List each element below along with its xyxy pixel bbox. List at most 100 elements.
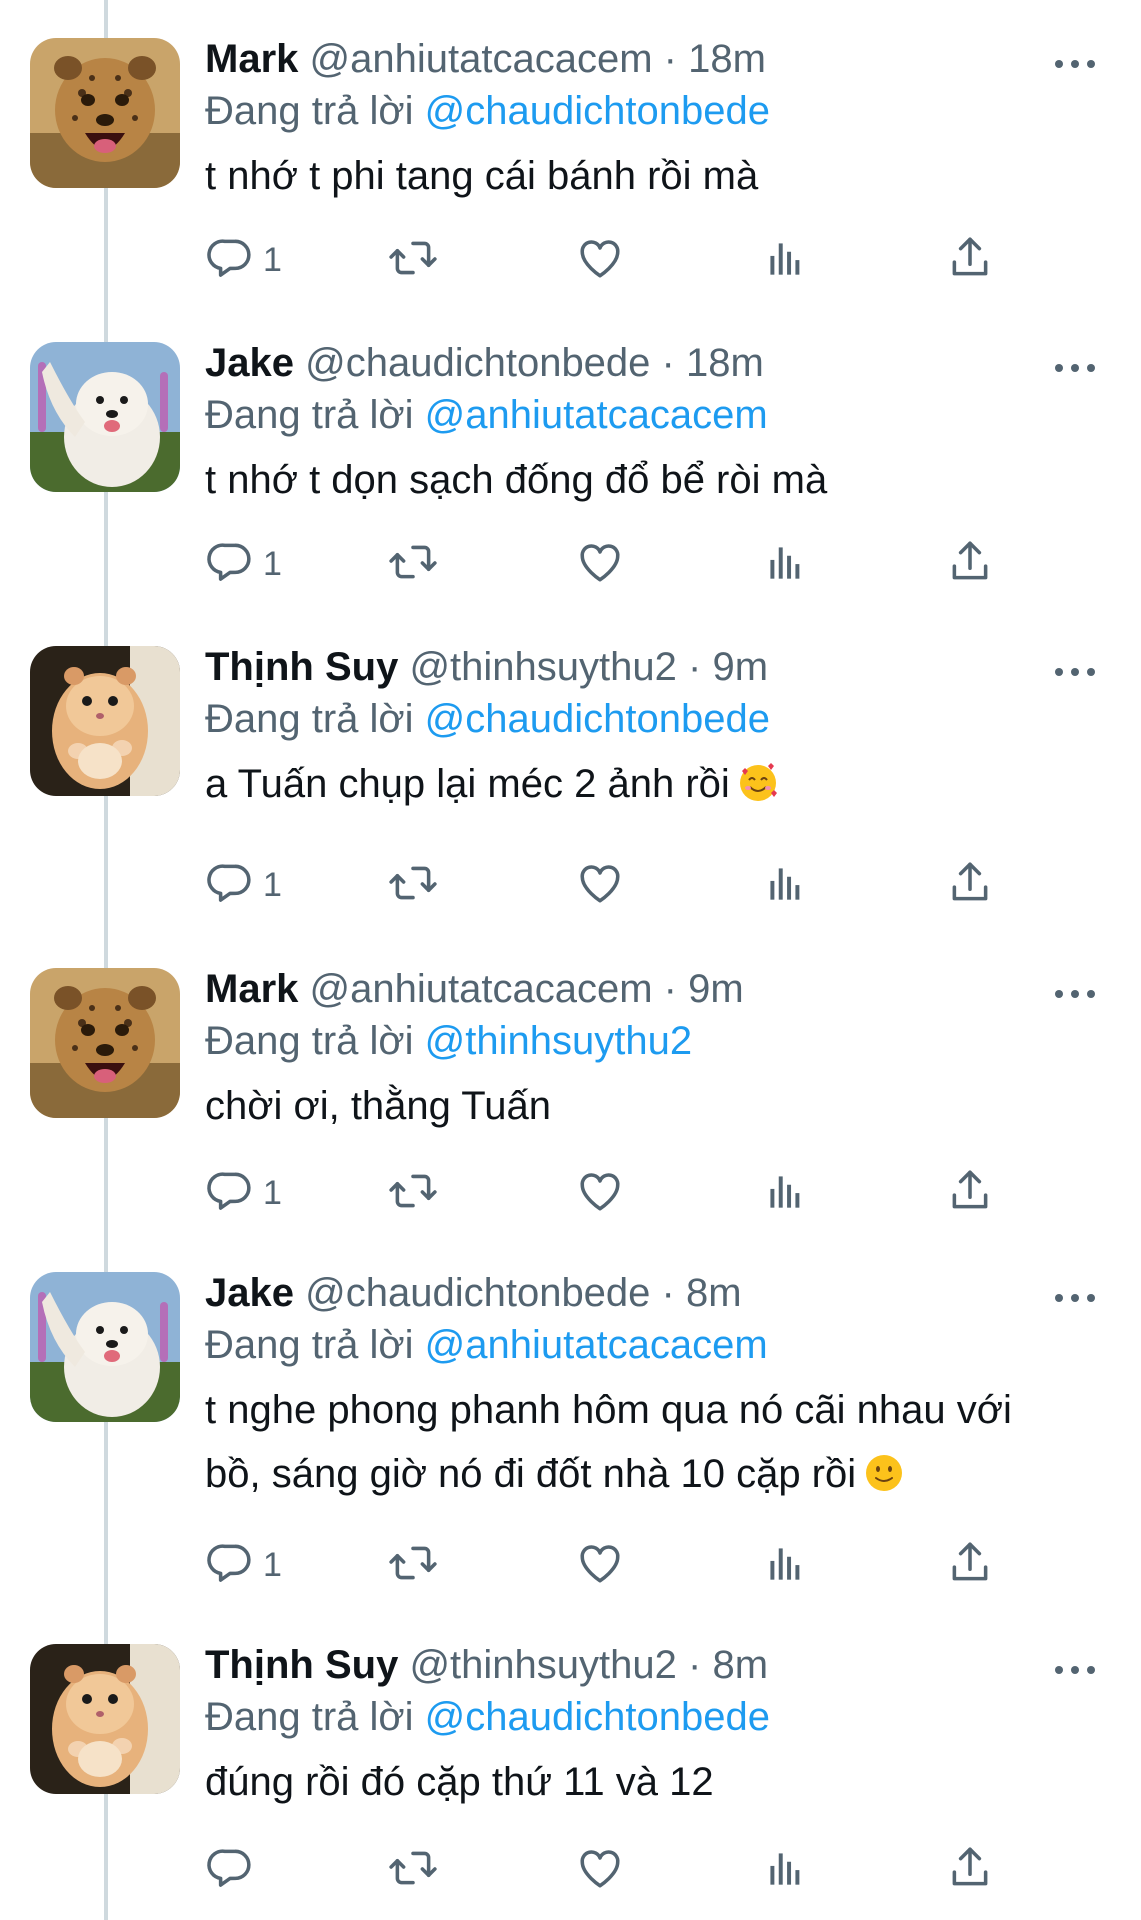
reply-count: 1 (263, 1173, 282, 1212)
heart-icon (575, 1166, 625, 1221)
replying-to: Đang trả lời @thinhsuythu2 (205, 1016, 692, 1066)
tweet-text: t nhớ t phi tang cái bánh rồi mà (205, 144, 1085, 208)
share-button[interactable] (945, 1840, 995, 1900)
replying-to: Đang trả lời @chaudichtonbede (205, 694, 770, 744)
timestamp[interactable]: · 18m (664, 37, 766, 81)
replying-label: Đang trả lời (205, 1323, 414, 1367)
display-name[interactable]: Jake (205, 1271, 294, 1315)
avatar[interactable] (30, 1272, 180, 1422)
reply-button[interactable] (205, 1840, 263, 1900)
heart-icon (575, 1843, 625, 1898)
replying-label: Đang trả lời (205, 697, 414, 741)
views-button[interactable] (760, 1840, 810, 1900)
more-options-icon[interactable] (1055, 974, 1095, 1014)
avatar[interactable] (30, 38, 180, 188)
tweet-text: chời ơi, thằng Tuấn (205, 1074, 1085, 1138)
tweet-text: t nghe phong phanh hôm qua nó cãi nhau v… (205, 1378, 1085, 1506)
bar-chart-icon (760, 233, 810, 288)
views-button[interactable] (760, 534, 810, 594)
retweet-button[interactable] (388, 1535, 438, 1595)
reply-count: 1 (263, 865, 282, 904)
tweet-actions: 1 (205, 855, 1005, 915)
like-button[interactable] (575, 1840, 625, 1900)
tweet-text-line: đúng rồi đó cặp thứ 11 và 12 (205, 1760, 714, 1804)
reply-button[interactable]: 1 (205, 855, 282, 915)
user-handle[interactable]: @thinhsuythu2 (409, 645, 676, 689)
bar-chart-icon (760, 537, 810, 592)
share-button[interactable] (945, 534, 995, 594)
tweet-header: Thịnh Suy @thinhsuythu2 · 9m (205, 642, 768, 692)
tweet-actions: 1 (205, 1535, 1005, 1595)
like-button[interactable] (575, 1535, 625, 1595)
avatar[interactable] (30, 968, 180, 1118)
replying-to: Đang trả lời @chaudichtonbede (205, 1692, 770, 1742)
share-button[interactable] (945, 230, 995, 290)
tweet-text: a Tuấn chụp lại méc 2 ảnh rồi (205, 752, 1085, 816)
mention-link[interactable]: @anhiutatcacacem (425, 1323, 768, 1367)
avatar[interactable] (30, 342, 180, 492)
timestamp[interactable]: · 18m (662, 341, 764, 385)
mention-link[interactable]: @chaudichtonbede (425, 697, 770, 741)
user-handle[interactable]: @chaudichtonbede (305, 1271, 650, 1315)
avatar[interactable] (30, 646, 180, 796)
share-button[interactable] (945, 855, 995, 915)
mention-link[interactable]: @chaudichtonbede (425, 89, 770, 133)
replying-to: Đang trả lời @anhiutatcacacem (205, 390, 768, 440)
mention-link[interactable]: @anhiutatcacacem (425, 393, 768, 437)
reply-button[interactable]: 1 (205, 230, 282, 290)
retweet-button[interactable] (388, 855, 438, 915)
views-button[interactable] (760, 230, 810, 290)
display-name[interactable]: Thịnh Suy (205, 645, 398, 689)
retweet-button[interactable] (388, 1840, 438, 1900)
bar-chart-icon (760, 1538, 810, 1593)
like-button[interactable] (575, 230, 625, 290)
display-name[interactable]: Thịnh Suy (205, 1643, 398, 1687)
more-options-icon[interactable] (1055, 652, 1095, 692)
reply-button[interactable]: 1 (205, 1535, 282, 1595)
user-handle[interactable]: @thinhsuythu2 (409, 1643, 676, 1687)
reply-button[interactable]: 1 (205, 1163, 282, 1223)
timestamp[interactable]: · 9m (664, 967, 744, 1011)
timestamp[interactable]: · 8m (662, 1271, 742, 1315)
reply-icon (205, 1843, 255, 1898)
more-options-icon[interactable] (1055, 44, 1095, 84)
retweet-button[interactable] (388, 1163, 438, 1223)
share-icon (945, 1538, 995, 1593)
timestamp[interactable]: · 9m (688, 645, 768, 689)
views-button[interactable] (760, 1535, 810, 1595)
retweet-icon (388, 1166, 438, 1221)
display-name[interactable]: Mark (205, 37, 298, 81)
more-options-icon[interactable] (1055, 1278, 1095, 1318)
more-options-icon[interactable] (1055, 348, 1095, 388)
views-button[interactable] (760, 1163, 810, 1223)
mention-link[interactable]: @thinhsuythu2 (425, 1019, 692, 1063)
user-handle[interactable]: @anhiutatcacacem (310, 967, 653, 1011)
timestamp[interactable]: · 8m (688, 1643, 768, 1687)
user-handle[interactable]: @chaudichtonbede (305, 341, 650, 385)
avatar[interactable] (30, 1644, 180, 1794)
like-button[interactable] (575, 855, 625, 915)
share-icon (945, 233, 995, 288)
display-name[interactable]: Mark (205, 967, 298, 1011)
retweet-button[interactable] (388, 230, 438, 290)
share-button[interactable] (945, 1535, 995, 1595)
display-name[interactable]: Jake (205, 341, 294, 385)
more-options-icon[interactable] (1055, 1650, 1095, 1690)
retweet-button[interactable] (388, 534, 438, 594)
reply-icon (205, 858, 255, 913)
like-button[interactable] (575, 534, 625, 594)
tweet-text-line: bồ, sáng giờ nó đi đốt nhà 10 cặp rồi (205, 1442, 1085, 1506)
reply-icon (205, 1538, 255, 1593)
reply-icon (205, 1166, 255, 1221)
views-button[interactable] (760, 855, 810, 915)
like-button[interactable] (575, 1163, 625, 1223)
retweet-icon (388, 858, 438, 913)
replying-label: Đang trả lời (205, 89, 414, 133)
retweet-icon (388, 1843, 438, 1898)
user-handle[interactable]: @anhiutatcacacem (310, 37, 653, 81)
mention-link[interactable]: @chaudichtonbede (425, 1695, 770, 1739)
retweet-icon (388, 537, 438, 592)
replying-label: Đang trả lời (205, 393, 414, 437)
reply-button[interactable]: 1 (205, 534, 282, 594)
share-button[interactable] (945, 1163, 995, 1223)
